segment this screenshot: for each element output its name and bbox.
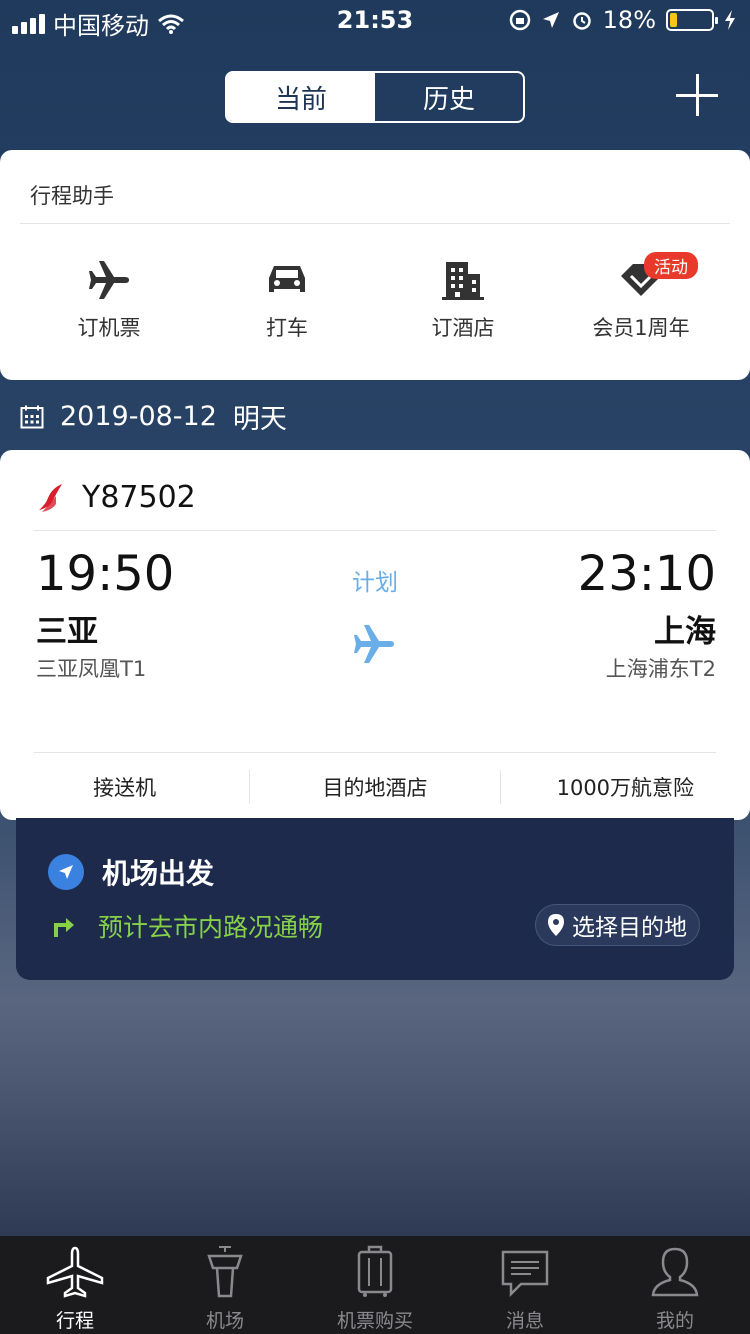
arrival-terminal: 上海浦东T2	[605, 657, 716, 681]
taxi-button[interactable]: 打车	[202, 258, 372, 342]
arrival-city: 上海	[654, 614, 716, 650]
airport-departure-card: 机场出发 预计去市内路况通畅 选择目的地	[16, 818, 734, 980]
alarm-icon	[572, 12, 591, 30]
status-right: 18%	[509, 6, 736, 34]
airplane-icon	[89, 261, 129, 299]
membership-button[interactable]: 会员1周年	[556, 258, 726, 342]
activity-badge: 活动	[644, 252, 698, 279]
membership-label: 会员1周年	[592, 316, 690, 340]
book-flight-label: 订机票	[77, 316, 141, 340]
tab-current[interactable]: 当前	[227, 73, 375, 121]
tab-messages-label: 消息	[505, 1310, 544, 1332]
luggage-icon	[357, 1245, 393, 1297]
flight-services: 接送机 目的地酒店 1000万航意险	[0, 753, 750, 820]
add-icon[interactable]	[676, 74, 718, 116]
trip-assistant-card: 行程助手 订机票 打车 订酒店 会员1周年	[0, 150, 750, 380]
charging-icon	[725, 10, 735, 30]
select-destination-label: 选择目的地	[572, 915, 687, 941]
bottom-tab-bar: 行程 机场 机票购买 消息 我的	[0, 1236, 750, 1334]
hotel-button[interactable]: 订酒店	[378, 258, 548, 342]
tab-trip[interactable]: 行程	[0, 1236, 150, 1334]
segmented-control: 当前 历史	[225, 71, 525, 123]
airline-logo-icon	[39, 483, 62, 512]
tab-history[interactable]: 历史	[375, 73, 523, 121]
location-pin-icon	[548, 914, 564, 936]
trip-date-relative: 明天	[232, 404, 287, 435]
assistant-title: 行程助手	[30, 184, 114, 208]
battery-percent: 18%	[602, 6, 656, 34]
departure-terminal: 三亚凤凰T1	[36, 657, 147, 681]
airplane-tab-icon	[46, 1246, 104, 1298]
pickup-service-button[interactable]: 接送机	[0, 753, 249, 820]
control-tower-icon	[207, 1246, 243, 1298]
departure-city: 三亚	[36, 614, 98, 650]
tab-trip-label: 行程	[55, 1310, 94, 1332]
battery-icon	[666, 9, 718, 31]
taxi-label: 打车	[266, 316, 308, 340]
tab-profile[interactable]: 我的	[600, 1236, 750, 1334]
flight-header: Y87502	[36, 480, 196, 515]
status-bar: 中国移动 21:53 18%	[0, 0, 750, 40]
insurance-button[interactable]: 1000万航意险	[501, 753, 750, 820]
select-destination-button[interactable]: 选择目的地	[535, 904, 700, 946]
traffic-status: 预计去市内路况通畅	[52, 908, 323, 944]
turn-arrow-icon	[54, 918, 74, 937]
calendar-icon	[20, 405, 44, 428]
tab-buy-ticket-label: 机票购买	[336, 1310, 413, 1332]
tab-airport-label: 机场	[205, 1310, 244, 1332]
tab-profile-label: 我的	[655, 1310, 694, 1332]
rotation-lock-icon	[509, 9, 530, 31]
traffic-text: 预计去市内路况通畅	[98, 913, 324, 942]
divider	[20, 223, 730, 224]
location-icon	[542, 12, 559, 28]
airport-title: 机场出发	[48, 852, 214, 892]
flight-number: Y87502	[82, 480, 196, 515]
flight-status: 计划	[352, 570, 398, 596]
divider	[34, 530, 716, 531]
trip-date: 2019-08-12	[60, 401, 217, 432]
trip-date-row: 2019-08-12 明天	[20, 397, 287, 436]
flight-card[interactable]: Y87502 19:50 23:10 计划 三亚 上海 三亚凤凰T1 上海浦东T…	[0, 450, 750, 820]
flight-plane-icon	[352, 622, 396, 670]
airport-title-label: 机场出发	[102, 857, 215, 890]
hotel-icon	[442, 262, 484, 300]
battery-fill	[670, 13, 678, 27]
tab-buy-ticket[interactable]: 机票购买	[300, 1236, 450, 1334]
message-icon	[501, 1250, 549, 1298]
navigation-icon	[48, 854, 84, 890]
destination-hotel-button[interactable]: 目的地酒店	[250, 753, 499, 820]
user-icon	[651, 1247, 699, 1297]
hotel-label: 订酒店	[431, 316, 495, 340]
car-icon	[269, 266, 305, 292]
tab-airport[interactable]: 机场	[150, 1236, 300, 1334]
tab-messages[interactable]: 消息	[450, 1236, 600, 1334]
book-flight-button[interactable]: 订机票	[24, 258, 194, 342]
